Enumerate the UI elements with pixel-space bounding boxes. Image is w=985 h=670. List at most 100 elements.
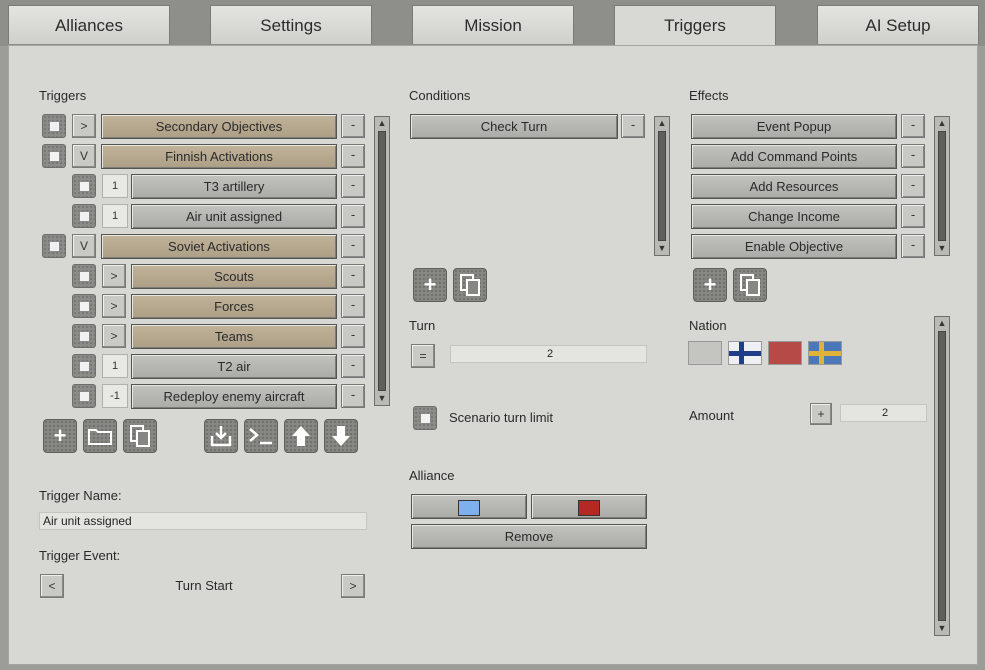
effect-item[interactable]: Event Popup (691, 114, 897, 139)
scroll-up-icon[interactable]: ▲ (375, 117, 389, 130)
tab-ai-setup[interactable]: AI Setup (817, 5, 979, 44)
trigger-item[interactable]: Teams (131, 324, 337, 349)
trigger-enable-checkbox[interactable] (72, 294, 96, 318)
nation-neutral-flag[interactable] (688, 341, 722, 365)
add-icon[interactable]: + (43, 419, 77, 453)
trigger-item[interactable]: Redeploy enemy aircraft (131, 384, 337, 409)
alliance-red-button[interactable] (531, 494, 647, 519)
nation-soviet-flag[interactable] (768, 341, 802, 365)
trigger-expand-toggle[interactable]: > (72, 114, 96, 138)
arrow-down-icon[interactable] (324, 419, 358, 453)
effect-remove-button[interactable]: - (901, 204, 925, 228)
tab-mission[interactable]: Mission (412, 5, 574, 44)
scroll-down-icon[interactable]: ▼ (375, 392, 389, 405)
trigger-enable-checkbox[interactable] (72, 264, 96, 288)
condition-remove-button[interactable]: - (621, 114, 645, 138)
nation-finland-flag[interactable] (728, 341, 762, 365)
trigger-remove-button[interactable]: - (341, 384, 365, 408)
turn-operator-button[interactable]: = (411, 344, 435, 368)
trigger-repeat-count[interactable]: 1 (102, 174, 128, 198)
trigger-remove-button[interactable]: - (341, 174, 365, 198)
arrow-up-icon[interactable] (284, 419, 318, 453)
scroll-down-icon[interactable]: ▼ (655, 242, 669, 255)
nation-sweden-flag[interactable] (808, 341, 842, 365)
event-next-button[interactable]: > (341, 574, 365, 598)
effect-options-scrollbar[interactable]: ▲ ▼ (934, 316, 950, 636)
scroll-down-icon[interactable]: ▼ (935, 242, 949, 255)
effect-item[interactable]: Change Income (691, 204, 897, 229)
trigger-remove-button[interactable]: - (341, 294, 365, 318)
copy-icon[interactable] (123, 419, 157, 453)
trigger-enable-checkbox[interactable] (42, 234, 66, 258)
effect-remove-button[interactable]: - (901, 144, 925, 168)
trigger-repeat-count[interactable]: 1 (102, 354, 128, 378)
trigger-item[interactable]: Finnish Activations (101, 144, 337, 169)
trigger-expand-toggle[interactable]: V (72, 234, 96, 258)
scenario-limit-checkbox[interactable] (413, 406, 437, 430)
scroll-thumb[interactable] (938, 331, 946, 621)
trigger-remove-button[interactable]: - (341, 114, 365, 138)
remove-button[interactable]: Remove (411, 524, 647, 549)
scroll-down-icon[interactable]: ▼ (935, 622, 949, 635)
event-prev-button[interactable]: < (40, 574, 64, 598)
scroll-up-icon[interactable]: ▲ (655, 117, 669, 130)
trigger-expand-toggle[interactable]: > (102, 264, 126, 288)
trigger-repeat-count[interactable]: 1 (102, 204, 128, 228)
trigger-item[interactable]: Scouts (131, 264, 337, 289)
trigger-remove-button[interactable]: - (341, 324, 365, 348)
effects-scrollbar[interactable]: ▲ ▼ (934, 116, 950, 256)
folder-icon[interactable] (83, 419, 117, 453)
trigger-item[interactable]: T2 air (131, 354, 337, 379)
condition-item[interactable]: Check Turn (410, 114, 618, 139)
trigger-enable-checkbox[interactable] (42, 144, 66, 168)
effect-item[interactable]: Add Command Points (691, 144, 897, 169)
effect-item[interactable]: Enable Objective (691, 234, 897, 259)
amount-operator-button[interactable]: + (810, 403, 832, 425)
trigger-expand-toggle[interactable]: > (102, 324, 126, 348)
alliance-red-swatch (578, 499, 600, 516)
trigger-item[interactable]: Forces (131, 294, 337, 319)
amount-value-field[interactable]: 2 (840, 404, 927, 422)
trigger-item[interactable]: Soviet Activations (101, 234, 337, 259)
add-condition-icon[interactable]: + (413, 268, 447, 302)
trigger-enable-checkbox[interactable] (42, 114, 66, 138)
trigger-enable-checkbox[interactable] (72, 324, 96, 348)
trigger-remove-button[interactable]: - (341, 144, 365, 168)
trigger-remove-button[interactable]: - (341, 354, 365, 378)
effect-remove-button[interactable]: - (901, 114, 925, 138)
turn-value-field[interactable]: 2 (450, 345, 647, 363)
trigger-remove-button[interactable]: - (341, 204, 365, 228)
scroll-thumb[interactable] (378, 131, 386, 391)
import-icon[interactable] (204, 419, 238, 453)
trigger-enable-checkbox[interactable] (72, 384, 96, 408)
effect-item[interactable]: Add Resources (691, 174, 897, 199)
add-effect-icon[interactable]: + (693, 268, 727, 302)
tab-settings[interactable]: Settings (210, 5, 372, 44)
console-icon[interactable] (244, 419, 278, 453)
trigger-enable-checkbox[interactable] (72, 354, 96, 378)
trigger-remove-button[interactable]: - (341, 264, 365, 288)
conditions-scrollbar[interactable]: ▲ ▼ (654, 116, 670, 256)
scroll-up-icon[interactable]: ▲ (935, 117, 949, 130)
effect-remove-button[interactable]: - (901, 174, 925, 198)
scroll-thumb[interactable] (938, 131, 946, 241)
scroll-thumb[interactable] (658, 131, 666, 241)
tab-alliances[interactable]: Alliances (8, 5, 170, 44)
alliance-blue-button[interactable] (411, 494, 527, 519)
copy-condition-icon[interactable] (453, 268, 487, 302)
scroll-up-icon[interactable]: ▲ (935, 317, 949, 330)
trigger-item[interactable]: Secondary Objectives (101, 114, 337, 139)
trigger-enable-checkbox[interactable] (72, 174, 96, 198)
trigger-item[interactable]: T3 artillery (131, 174, 337, 199)
trigger-name-field[interactable]: Air unit assigned (39, 512, 367, 530)
trigger-item[interactable]: Air unit assigned (131, 204, 337, 229)
effect-remove-button[interactable]: - (901, 234, 925, 258)
trigger-repeat-count[interactable]: -1 (102, 384, 128, 408)
tab-triggers[interactable]: Triggers (614, 5, 776, 47)
trigger-enable-checkbox[interactable] (72, 204, 96, 228)
triggers-scrollbar[interactable]: ▲ ▼ (374, 116, 390, 406)
copy-effect-icon[interactable] (733, 268, 767, 302)
trigger-expand-toggle[interactable]: > (102, 294, 126, 318)
trigger-remove-button[interactable]: - (341, 234, 365, 258)
trigger-expand-toggle[interactable]: V (72, 144, 96, 168)
